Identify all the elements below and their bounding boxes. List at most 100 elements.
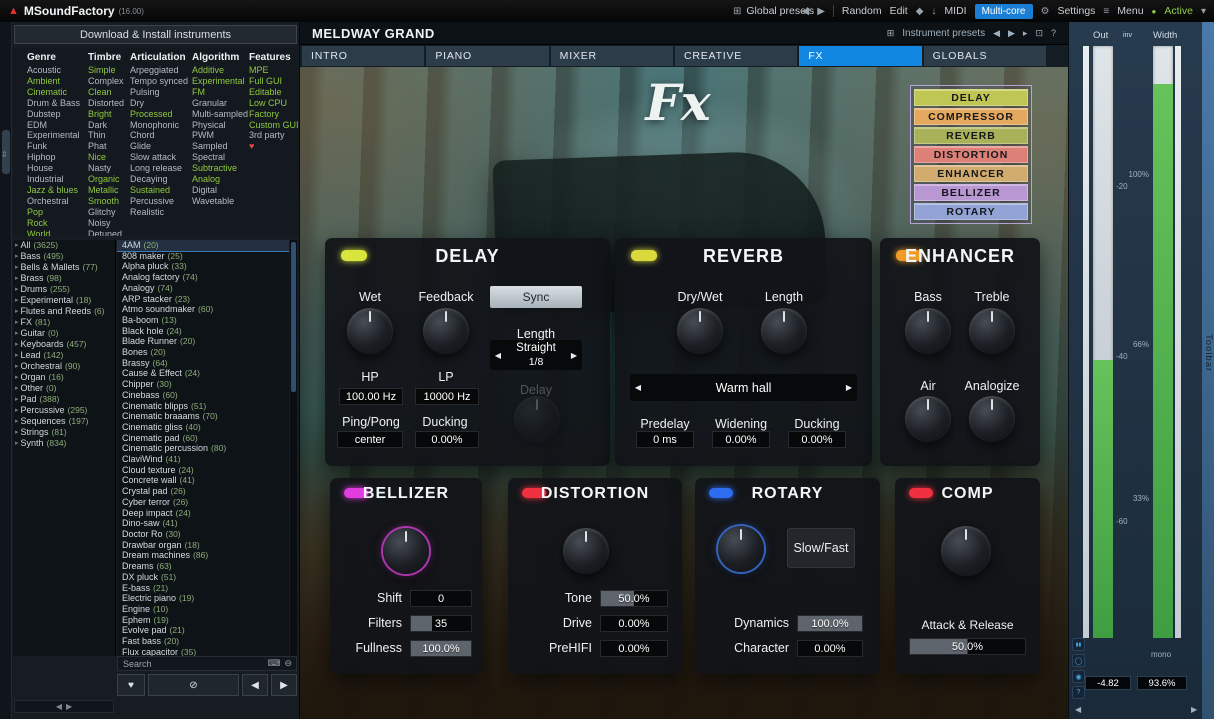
- left-edge-scrollbar[interactable]: ⇕: [0, 22, 12, 719]
- category-item[interactable]: ▸ Orchestral (90): [13, 361, 115, 372]
- filter-tag[interactable]: Drum & Bass: [27, 98, 80, 109]
- filter-tag[interactable]: Pop: [27, 207, 80, 218]
- filter-tag[interactable]: Funk: [27, 141, 80, 152]
- tree-expand-icon[interactable]: ▸: [15, 251, 19, 262]
- preset-item[interactable]: Cinematic blipps (51): [117, 401, 289, 412]
- filter-tag[interactable]: Hiphop: [27, 152, 80, 163]
- filter-tag[interactable]: Sustained: [130, 185, 188, 196]
- category-item[interactable]: ▸ Synth (834): [13, 438, 115, 449]
- filter-tag[interactable]: Low CPU: [249, 98, 298, 109]
- preset-item[interactable]: Drawbar organ (18): [117, 540, 289, 551]
- filter-tag[interactable]: Realistic: [130, 207, 188, 218]
- category-item[interactable]: ▸ All (3625): [13, 240, 115, 251]
- filter-tag[interactable]: Complex: [88, 76, 124, 87]
- distortion-knob[interactable]: [563, 528, 609, 574]
- preset-item[interactable]: Cinematic braaams (70): [117, 411, 289, 422]
- filter-tag[interactable]: Jazz & blues: [27, 185, 80, 196]
- random-button[interactable]: Random: [842, 5, 882, 17]
- filter-tag[interactable]: Bright: [88, 109, 124, 120]
- sync-button[interactable]: Sync: [490, 286, 582, 308]
- preset-item[interactable]: Electric piano (19): [117, 593, 289, 604]
- reverb-preset-selector[interactable]: ◀ Warm hall ▶: [630, 374, 857, 401]
- fx-select-button[interactable]: ROTARY: [914, 203, 1028, 220]
- hp-field[interactable]: 100.00 Hz: [339, 388, 403, 405]
- lp-field[interactable]: 10000 Hz: [415, 388, 479, 405]
- filter-tag[interactable]: Long release: [130, 163, 188, 174]
- toolbar-strip[interactable]: Toolbar: [1202, 22, 1214, 719]
- fx-select-button[interactable]: DISTORTION: [914, 146, 1028, 163]
- fullness-field[interactable]: 100.0%: [410, 640, 472, 657]
- horizontal-scrollbar[interactable]: ◀ ▶: [14, 700, 114, 713]
- preset-item[interactable]: Dino-saw (41): [117, 518, 289, 529]
- resize-updown-icon[interactable]: ⇕: [1, 150, 8, 159]
- filter-tag[interactable]: Sampled: [192, 141, 248, 152]
- preset-item[interactable]: ARP stacker (23): [117, 294, 289, 305]
- preset-item[interactable]: Dreams (63): [117, 561, 289, 572]
- filter-tag[interactable]: Glide: [130, 141, 188, 152]
- out-meter[interactable]: [1093, 46, 1113, 638]
- filter-tag[interactable]: Phat: [88, 141, 124, 152]
- filter-tag[interactable]: Wavetable: [192, 196, 248, 207]
- invert-label[interactable]: inv: [1123, 32, 1132, 39]
- preset-item[interactable]: ClaviWind (41): [117, 454, 289, 465]
- tab[interactable]: CREATIVE: [675, 46, 797, 66]
- length-prev-icon[interactable]: ◀: [490, 340, 506, 370]
- preset-item[interactable]: Doctor Ro (30): [117, 529, 289, 540]
- category-item[interactable]: ▸ Bells & Mallets (77): [13, 262, 115, 273]
- send-icon[interactable]: ▸: [1023, 28, 1028, 39]
- feedback-knob[interactable]: [423, 308, 469, 354]
- favorite-button[interactable]: ♥: [117, 674, 145, 696]
- category-item[interactable]: ▸ Sequences (197): [13, 416, 115, 427]
- tree-expand-icon[interactable]: ▸: [15, 339, 19, 350]
- category-item[interactable]: ▸ Organ (16): [13, 372, 115, 383]
- preset-item[interactable]: Ephem (19): [117, 615, 289, 626]
- filter-tag[interactable]: Cinematic: [27, 87, 80, 98]
- filter-tag[interactable]: Ambient: [27, 76, 80, 87]
- preset-item[interactable]: Cyber terror (26): [117, 497, 289, 508]
- filter-tag[interactable]: Monophonic: [130, 120, 188, 131]
- preset-item[interactable]: Flux capacitor (35): [117, 647, 289, 656]
- filter-tag[interactable]: Additive: [192, 65, 248, 76]
- diamond-icon[interactable]: ◆: [916, 6, 924, 17]
- filter-tag[interactable]: Slow attack: [130, 152, 188, 163]
- preset-item[interactable]: Cloud texture (24): [117, 465, 289, 476]
- toolbar-tab-label[interactable]: Toolbar: [1203, 334, 1214, 372]
- filter-tag[interactable]: Nasty: [88, 163, 124, 174]
- fx-select-button[interactable]: REVERB: [914, 127, 1028, 144]
- pingpong-field[interactable]: center: [337, 431, 403, 448]
- filter-tag[interactable]: Arpeggiated: [130, 65, 188, 76]
- preset-item[interactable]: Blade Runner (20): [117, 336, 289, 347]
- preset-next-icon[interactable]: ▶: [841, 374, 857, 401]
- filter-tag[interactable]: 3rd party: [249, 130, 298, 141]
- tab[interactable]: PIANO: [426, 46, 548, 66]
- category-item[interactable]: ▸ Bass (495): [13, 251, 115, 262]
- tree-expand-icon[interactable]: ▸: [15, 284, 19, 295]
- preset-prev-icon[interactable]: ◀: [630, 374, 646, 401]
- attack-release-field[interactable]: 50.0%: [909, 638, 1026, 655]
- next-preset-button[interactable]: ▶: [271, 674, 297, 696]
- fx-select-button[interactable]: ENHANCER: [914, 165, 1028, 182]
- preset-item[interactable]: Deep impact (24): [117, 508, 289, 519]
- tree-expand-icon[interactable]: ▸: [15, 438, 19, 449]
- filter-tag[interactable]: Digital: [192, 185, 248, 196]
- length-next-icon[interactable]: ▶: [566, 340, 582, 370]
- ducking-field[interactable]: 0.00%: [788, 431, 846, 448]
- preset-item[interactable]: E-bass (21): [117, 583, 289, 594]
- bellizer-knob[interactable]: [383, 528, 429, 574]
- scroll-right-icon[interactable]: ▶: [66, 702, 72, 711]
- preset-item[interactable]: 4AM (20): [117, 240, 289, 251]
- filter-tag[interactable]: Multi-sampled: [192, 109, 248, 120]
- analogize-knob[interactable]: [969, 396, 1015, 442]
- preset-item[interactable]: 808 maker (25): [117, 251, 289, 262]
- tree-expand-icon[interactable]: ▸: [15, 394, 19, 405]
- prev-instrument-preset-icon[interactable]: ◀: [993, 28, 1000, 39]
- filter-tag[interactable]: Thin: [88, 130, 124, 141]
- filter-tag[interactable]: Custom GUI: [249, 120, 298, 131]
- filter-tag[interactable]: Experimental: [192, 76, 248, 87]
- filter-tag[interactable]: Clean: [88, 87, 124, 98]
- treble-knob[interactable]: [969, 308, 1015, 354]
- air-knob[interactable]: [905, 396, 951, 442]
- filter-tag[interactable]: Rock: [27, 218, 80, 229]
- next-global-preset-icon[interactable]: ▶: [817, 6, 825, 17]
- prev-global-preset-icon[interactable]: ◀: [802, 6, 810, 17]
